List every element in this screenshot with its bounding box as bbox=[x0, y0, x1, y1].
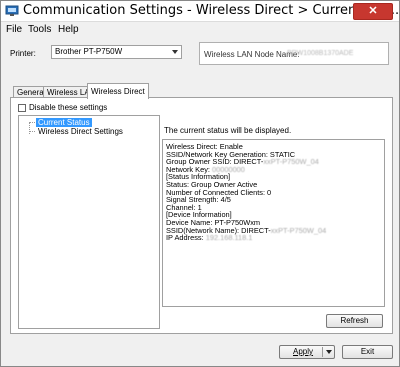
app-window: Communication Settings - Wireless Direct… bbox=[0, 0, 400, 367]
redacted-value: xxPT-P750W_04 bbox=[263, 157, 319, 167]
tree-connector bbox=[29, 131, 35, 132]
status-line: IP Address: 192.168.118.1 bbox=[166, 233, 253, 243]
redacted-value: 192.168.118.1 bbox=[205, 233, 253, 243]
tree-connector bbox=[29, 122, 30, 134]
disable-settings-label: Disable these settings bbox=[29, 103, 108, 112]
tree-item-current-status[interactable]: Current Status bbox=[36, 118, 92, 127]
close-button[interactable]: ✕ bbox=[353, 3, 393, 20]
title-bar: Communication Settings - Wireless Direct… bbox=[1, 1, 399, 22]
status-textbox[interactable]: Wireless Direct: Enable SSID/Network Key… bbox=[162, 139, 385, 307]
network-settings-icon bbox=[5, 5, 19, 16]
apply-label: Apply bbox=[293, 347, 314, 356]
tree-item-wireless-direct-settings[interactable]: Wireless Direct Settings bbox=[36, 127, 125, 136]
wireless-direct-panel: Disable these settings Current Status Wi… bbox=[10, 97, 393, 334]
menu-help[interactable]: Help bbox=[58, 24, 79, 35]
node-name-box: Wireless LAN Node Name: BRW1008B1370ADE bbox=[199, 42, 389, 65]
chevron-down-icon bbox=[172, 50, 178, 54]
node-name-value: BRW1008B1370ADE bbox=[287, 50, 354, 57]
status-caption: The current status will be displayed. bbox=[164, 126, 292, 135]
node-name-label: Wireless LAN Node Name: bbox=[204, 50, 300, 59]
redacted-value: xxPT-P750W_04 bbox=[270, 225, 327, 235]
refresh-button[interactable]: Refresh bbox=[326, 314, 383, 328]
apply-button[interactable]: Apply bbox=[279, 345, 335, 359]
window-title: Communication Settings - Wireless Direct… bbox=[23, 3, 400, 18]
printer-selected-value: Brother PT-P750W bbox=[55, 47, 123, 56]
printer-dropdown[interactable]: Brother PT-P750W bbox=[51, 45, 182, 59]
settings-tree: Current Status Wireless Direct Settings bbox=[18, 115, 160, 329]
disable-settings-checkbox[interactable] bbox=[18, 104, 26, 112]
exit-button[interactable]: Exit bbox=[342, 345, 393, 359]
chevron-down-icon[interactable] bbox=[326, 350, 332, 354]
printer-label: Printer: bbox=[10, 49, 36, 58]
menu-bar: File Tools Help bbox=[1, 23, 399, 38]
apply-dropdown-divider bbox=[322, 347, 323, 357]
tab-wireless-direct[interactable]: Wireless Direct bbox=[87, 83, 149, 99]
redacted-value: 00000000 bbox=[212, 164, 245, 174]
tree-connector bbox=[29, 122, 35, 123]
menu-tools[interactable]: Tools bbox=[28, 24, 51, 35]
menu-file[interactable]: File bbox=[6, 24, 22, 35]
